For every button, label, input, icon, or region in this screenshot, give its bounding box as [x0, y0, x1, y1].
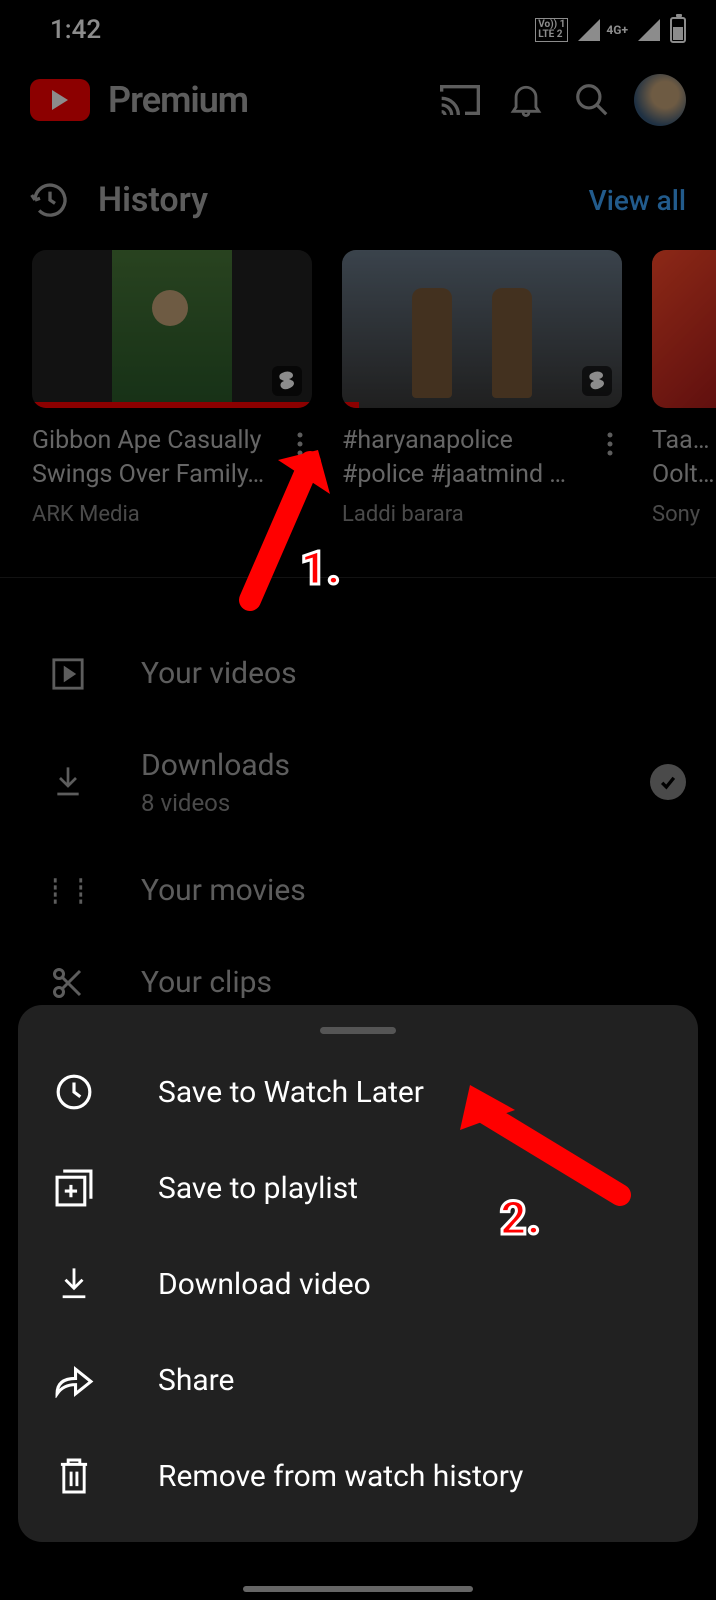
- history-item[interactable]: Taa… Oolt… Sony: [652, 250, 716, 527]
- shorts-icon: [272, 366, 302, 396]
- network-label: 4G+: [606, 23, 628, 37]
- lib-title: Your movies: [141, 873, 686, 908]
- history-item-title: Gibbon Ape Casually Swings Over Family…: [32, 424, 280, 492]
- bottom-sheet: Save to Watch Later Save to playlist Dow…: [18, 1005, 698, 1542]
- remove-history-row[interactable]: Remove from watch history: [18, 1428, 698, 1524]
- share-icon: [54, 1360, 94, 1400]
- trash-icon: [54, 1456, 94, 1496]
- clock-icon: [54, 1072, 94, 1112]
- lib-subtitle: 8 videos: [141, 789, 595, 817]
- status-time: 1:42: [50, 15, 101, 45]
- more-icon[interactable]: [598, 424, 622, 464]
- app-header: Premium: [0, 60, 716, 140]
- avatar[interactable]: [634, 74, 686, 126]
- share-row[interactable]: Share: [18, 1332, 698, 1428]
- play-square-icon: [50, 656, 86, 692]
- bell-icon[interactable]: [502, 76, 550, 124]
- history-item-title: #haryanapolice #police #jaatmind …: [342, 424, 590, 492]
- film-icon: [50, 873, 86, 909]
- sheet-label: Download video: [158, 1267, 371, 1302]
- shorts-icon: [582, 366, 612, 396]
- history-item[interactable]: Gibbon Ape Casually Swings Over Family… …: [32, 250, 312, 527]
- signal-icon-1: [578, 19, 600, 41]
- history-item[interactable]: #haryanapolice #police #jaatmind … Laddi…: [342, 250, 622, 527]
- lib-title: Your videos: [141, 656, 686, 691]
- cast-icon[interactable]: [436, 76, 484, 124]
- scissors-icon: [50, 965, 86, 1001]
- history-icon: [30, 180, 70, 220]
- lib-title: Your clips: [141, 965, 686, 1000]
- volte-icon: Vo)) 1 LTE 2: [535, 18, 568, 42]
- playlist-add-icon: [54, 1168, 94, 1208]
- sheet-label: Save to Watch Later: [158, 1075, 424, 1110]
- nav-handle[interactable]: [243, 1586, 473, 1592]
- battery-icon: [670, 17, 686, 43]
- your-movies-row[interactable]: Your movies: [50, 845, 686, 937]
- download-video-row[interactable]: Download video: [18, 1236, 698, 1332]
- search-icon[interactable]: [568, 76, 616, 124]
- history-thumbnail[interactable]: [342, 250, 622, 408]
- download-icon: [54, 1264, 94, 1304]
- your-videos-row[interactable]: Your videos: [50, 628, 686, 720]
- sheet-handle[interactable]: [320, 1027, 396, 1034]
- history-item-channel: Sony: [652, 502, 716, 527]
- sheet-label: Save to playlist: [158, 1171, 358, 1206]
- download-icon: [50, 764, 86, 800]
- lib-title: Downloads: [141, 748, 595, 783]
- history-item-channel: ARK Media: [32, 502, 280, 527]
- signal-icon-2: [638, 19, 660, 41]
- sheet-label: Remove from watch history: [158, 1459, 523, 1494]
- more-icon[interactable]: [288, 424, 312, 464]
- youtube-logo-icon[interactable]: [30, 79, 90, 121]
- history-thumbnail[interactable]: [652, 250, 716, 408]
- history-item-title: Taa… Oolt…: [652, 424, 716, 492]
- history-header: History View all: [0, 140, 716, 240]
- save-watch-later-row[interactable]: Save to Watch Later: [18, 1044, 698, 1140]
- library-list: Your videos Downloads 8 videos Your movi…: [0, 578, 716, 1049]
- status-bar: 1:42 Vo)) 1 LTE 2 4G+: [0, 0, 716, 60]
- history-row[interactable]: Gibbon Ape Casually Swings Over Family… …: [0, 240, 716, 557]
- sheet-label: Share: [158, 1363, 234, 1398]
- status-right: Vo)) 1 LTE 2 4G+: [535, 17, 686, 43]
- view-all-link[interactable]: View all: [589, 184, 686, 217]
- downloads-row[interactable]: Downloads 8 videos: [50, 720, 686, 845]
- history-item-channel: Laddi barara: [342, 502, 590, 527]
- history-thumbnail[interactable]: [32, 250, 312, 408]
- check-icon: [650, 764, 686, 800]
- brand-text: Premium: [108, 79, 248, 121]
- history-title: History: [98, 180, 561, 220]
- save-playlist-row[interactable]: Save to playlist: [18, 1140, 698, 1236]
